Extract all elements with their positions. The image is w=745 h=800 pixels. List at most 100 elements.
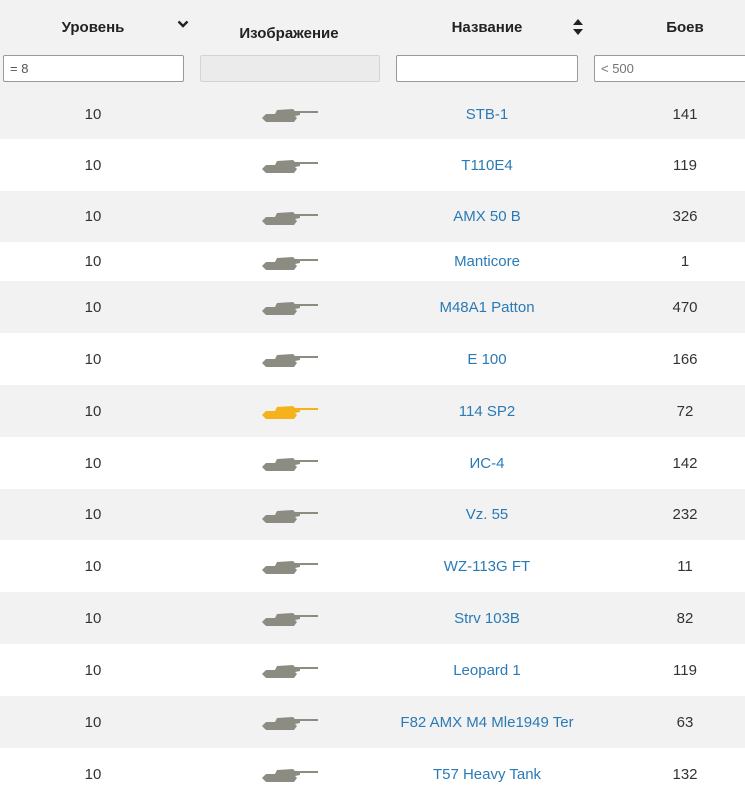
tank-name-link[interactable]: ИС-4 — [470, 455, 505, 472]
level-cell: 10 — [84, 557, 102, 575]
tank-image-cell — [196, 748, 382, 800]
battles-cell: 132 — [672, 765, 698, 783]
tank-icon — [259, 401, 319, 421]
tank-image-cell — [196, 333, 382, 385]
table-row: 10 AMX 50 B 326 — [0, 191, 745, 242]
tank-icon — [259, 556, 319, 576]
level-cell: 10 — [84, 298, 102, 316]
table-row: 10 Vz. 55 232 — [0, 489, 745, 540]
tank-icon — [259, 207, 319, 227]
tank-name-link[interactable]: STB-1 — [466, 106, 509, 123]
column-title-name: Название — [451, 19, 523, 36]
battles-cell: 63 — [676, 713, 694, 731]
column-title-level: Уровень — [61, 19, 125, 36]
battles-cell: 470 — [672, 298, 698, 316]
tank-image-cell — [196, 644, 382, 696]
name-cell: Manticore — [392, 242, 582, 281]
name-filter-input[interactable] — [396, 55, 578, 82]
table-row: 10 M48A1 Patton 470 — [0, 281, 745, 333]
level-cell: 10 — [84, 402, 102, 420]
level-cell: 10 — [84, 661, 102, 679]
table-row: 10 114 SP2 72 — [0, 385, 745, 437]
battles-cell: 72 — [676, 402, 694, 420]
level-cell: 10 — [84, 765, 102, 783]
table-row: 10 Leopard 1 119 — [0, 644, 745, 696]
level-filter-input[interactable] — [3, 55, 184, 82]
battles-cell: 141 — [672, 105, 698, 123]
name-cell: M48A1 Patton — [392, 281, 582, 333]
tank-icon — [259, 453, 319, 473]
tank-icon — [259, 297, 319, 317]
battles-cell: 166 — [672, 350, 698, 368]
tank-image-cell — [196, 592, 382, 644]
name-cell: Leopard 1 — [392, 644, 582, 696]
battles-filter-input[interactable] — [594, 55, 745, 82]
level-cell: 10 — [84, 208, 102, 225]
tank-name-link[interactable]: Leopard 1 — [453, 662, 521, 679]
name-cell: WZ-113G FT — [392, 540, 582, 592]
tank-name-link[interactable]: T57 Heavy Tank — [433, 766, 541, 783]
tank-icon — [259, 252, 319, 272]
name-cell: ИС-4 — [392, 437, 582, 489]
level-cell: 10 — [84, 156, 102, 174]
tank-name-link[interactable]: E 100 — [467, 351, 506, 368]
tank-name-link[interactable]: M48A1 Patton — [439, 299, 534, 316]
battles-cell: 82 — [676, 609, 694, 627]
tank-icon — [259, 505, 319, 525]
table-row: 10 T57 Heavy Tank 132 — [0, 748, 745, 800]
tank-image-cell — [196, 139, 382, 191]
name-cell: 114 SP2 — [392, 385, 582, 437]
battles-cell: 1 — [680, 253, 690, 270]
table-row: 10 ИС-4 142 — [0, 437, 745, 489]
tank-image-cell — [196, 242, 382, 281]
table-row: 10 E 100 166 — [0, 333, 745, 385]
tank-name-link[interactable]: 114 SP2 — [459, 403, 515, 420]
column-title-image: Изображение — [239, 25, 339, 42]
tank-image-cell — [196, 385, 382, 437]
name-cell: Strv 103B — [392, 592, 582, 644]
battles-cell: 119 — [673, 661, 697, 679]
tank-image-cell — [196, 89, 382, 139]
tank-icon — [259, 155, 319, 175]
battles-cell: 232 — [672, 506, 698, 523]
tank-name-link[interactable]: Strv 103B — [454, 610, 520, 627]
chevron-down-icon[interactable] — [176, 19, 190, 37]
tank-image-cell — [196, 191, 382, 242]
battles-cell: 11 — [677, 557, 693, 575]
level-cell: 10 — [84, 253, 102, 270]
table-row: 10 WZ-113G FT 11 — [0, 540, 745, 592]
level-cell: 10 — [84, 105, 102, 123]
table-row: 10 F82 AMX M4 Mle1949 Ter 63 — [0, 696, 745, 748]
tank-name-link[interactable]: Vz. 55 — [466, 506, 509, 523]
tank-image-cell — [196, 540, 382, 592]
tank-name-link[interactable]: Manticore — [454, 253, 520, 270]
table-row: 10 T110E4 119 — [0, 139, 745, 191]
tank-name-link[interactable]: T110E4 — [461, 157, 512, 174]
image-filter-input — [200, 55, 380, 82]
battles-cell: 142 — [672, 454, 698, 472]
level-cell: 10 — [84, 454, 102, 472]
tank-icon — [259, 608, 319, 628]
name-cell: T57 Heavy Tank — [392, 748, 582, 800]
tank-icon — [259, 104, 319, 124]
level-cell: 10 — [84, 713, 102, 731]
name-cell: AMX 50 B — [392, 191, 582, 242]
tank-name-link[interactable]: AMX 50 B — [453, 208, 521, 225]
table-header: Уровень Изображение Название Боев — [0, 0, 745, 89]
name-cell: Vz. 55 — [392, 489, 582, 540]
tank-icon — [259, 660, 319, 680]
tank-name-link[interactable]: WZ-113G FT — [444, 558, 530, 575]
tank-name-link[interactable]: F82 AMX M4 Mle1949 Ter — [400, 714, 573, 731]
name-cell: E 100 — [392, 333, 582, 385]
table-row: 10 STB-1 141 — [0, 89, 745, 139]
tank-icon — [259, 712, 319, 732]
tank-icon — [259, 349, 319, 369]
table-row: 10 Manticore 1 — [0, 242, 745, 281]
level-cell: 10 — [84, 506, 102, 523]
tank-image-cell — [196, 489, 382, 540]
sort-updown-icon[interactable] — [571, 18, 585, 36]
tank-image-cell — [196, 696, 382, 748]
tank-icon — [259, 764, 319, 784]
table-row: 10 Strv 103B 82 — [0, 592, 745, 644]
level-cell: 10 — [84, 609, 102, 627]
